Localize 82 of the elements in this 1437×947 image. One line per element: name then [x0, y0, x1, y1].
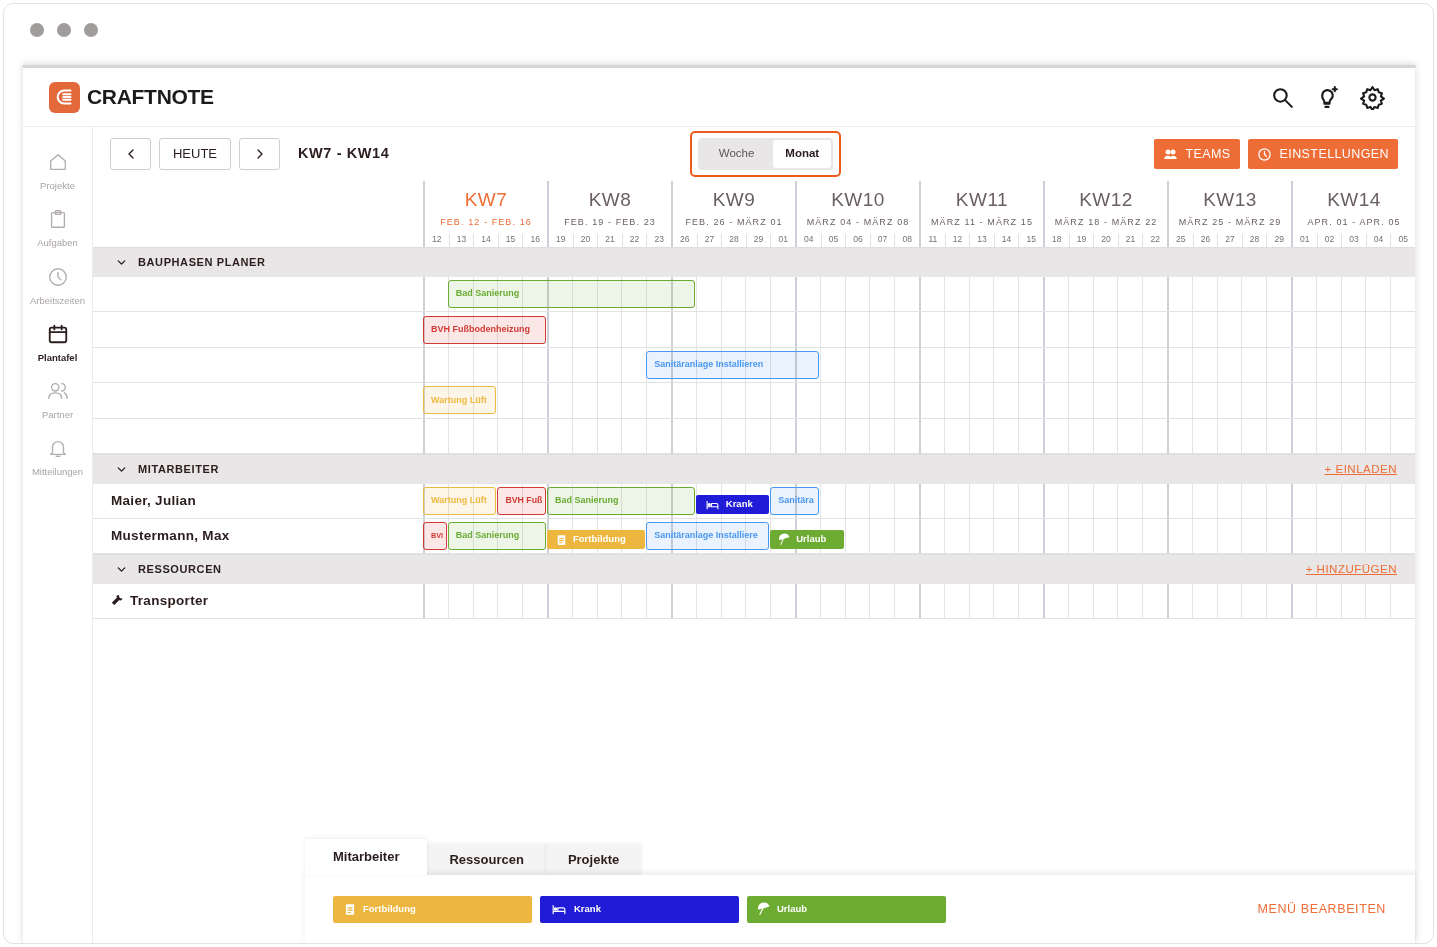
absence-bar[interactable]: Fortbildung — [547, 529, 646, 549]
umbrella-icon — [757, 902, 771, 916]
clipboard-icon — [343, 902, 357, 916]
sidebar-item[interactable]: Arbeitszeiten — [30, 293, 85, 308]
day-label: 01 — [1299, 234, 1311, 246]
settings-icon[interactable] — [1360, 84, 1385, 110]
week-dates: MÄRZ 04 - MÄRZ 08 — [806, 215, 910, 229]
logo-text: CRAFTNOTE — [87, 84, 214, 111]
day-label: 25 — [1175, 234, 1187, 246]
day-label: 12 — [431, 234, 443, 246]
project-bar[interactable]: Bad Sanierung — [447, 521, 546, 550]
project-bar[interactable]: Bad Sanierung — [447, 280, 695, 309]
project-bar[interactable]: Wartung Lüft — [423, 386, 497, 415]
week-label: KW11 — [955, 190, 1009, 211]
window-control[interactable] — [30, 22, 44, 37]
sidebar-item[interactable]: Mitteilungen — [31, 465, 84, 480]
project-bar[interactable]: Sanitäranlage Installiere — [646, 521, 770, 550]
panel-tab[interactable]: Ressourcen — [427, 845, 546, 875]
sidebar-item[interactable]: Partner — [41, 408, 74, 423]
project-bar[interactable]: Bad Sanierung — [547, 486, 695, 515]
panel-tab[interactable]: Projekte — [545, 845, 642, 875]
sidebar-item[interactable]: Plantafel — [37, 350, 78, 365]
people-icon[interactable] — [46, 380, 69, 402]
next-button[interactable] — [239, 138, 280, 170]
week-dates: FEB. 19 - FEB. 23 — [564, 215, 656, 229]
add-link[interactable]: + EINLADEN — [1324, 460, 1397, 479]
project-bar[interactable]: BVH Fuß — [497, 486, 546, 515]
project-bar[interactable]: BVH Fußbodenheizung — [423, 315, 546, 344]
panel-tab[interactable]: Mitarbeiter — [305, 839, 428, 875]
week-label: KW12 — [1079, 190, 1133, 211]
employee-name: Mustermann, Max — [111, 526, 230, 545]
settings-button[interactable]: EINSTELLUNGEN — [1247, 139, 1398, 169]
section-title: RESSOURCEN — [138, 562, 222, 578]
section-title: BAUPHASEN PLANER — [138, 255, 266, 271]
week-dates: MÄRZ 11 - MÄRZ 15 — [930, 215, 1033, 229]
clock-icon — [1256, 146, 1272, 162]
week-label: KW13 — [1203, 190, 1257, 211]
clipboard-icon — [555, 532, 568, 546]
window-control[interactable] — [84, 22, 98, 37]
window-control[interactable] — [57, 22, 71, 37]
week-dates: APR. 01 - APR. 05 — [1307, 215, 1401, 229]
section-title: MITARBEITER — [138, 462, 219, 478]
umbrella-icon — [778, 532, 792, 546]
view-tab[interactable]: Monat — [773, 140, 832, 168]
clock-icon[interactable] — [46, 265, 69, 288]
employee-name: Maier, Julian — [111, 491, 196, 510]
absence-bar[interactable]: Urlaub — [770, 529, 844, 549]
edit-menu-link[interactable]: MENÜ BEARBEITEN — [1257, 899, 1386, 919]
sidebar-item[interactable]: Aufgaben — [37, 236, 78, 251]
resource-name: Transporter — [130, 591, 209, 610]
view-tab[interactable]: Woche — [699, 140, 774, 168]
day-label: 18 — [1051, 234, 1063, 246]
category-button[interactable]: Fortbildung — [333, 895, 532, 923]
project-bar[interactable]: Sanitäranlage Installieren — [646, 350, 819, 379]
week-label: KW7 — [464, 190, 508, 211]
bed-icon — [550, 902, 568, 916]
project-bar[interactable]: Wartung Lüft — [423, 486, 497, 515]
day-label: 26 — [679, 234, 691, 246]
date-range-title: KW7 - KW14 — [298, 144, 390, 164]
teams-button[interactable]: TEAMS — [1153, 139, 1240, 169]
week-label: KW10 — [831, 190, 885, 211]
absence-bar[interactable]: Krank — [695, 494, 770, 514]
week-dates: FEB. 12 - FEB. 16 — [440, 215, 532, 229]
week-label: KW14 — [1327, 190, 1381, 211]
day-label: 19 — [555, 234, 567, 246]
week-dates: MÄRZ 18 - MÄRZ 22 — [1054, 215, 1158, 229]
calendar-icon[interactable] — [46, 322, 69, 345]
week-label: KW8 — [588, 190, 632, 211]
sidebar-item[interactable]: Projekte — [40, 179, 75, 194]
previous-button[interactable] — [110, 138, 151, 170]
category-button[interactable]: Krank — [540, 895, 739, 923]
week-dates: FEB. 26 - MÄRZ 01 — [685, 215, 783, 229]
category-button[interactable]: Urlaub — [747, 895, 946, 923]
today-button[interactable]: HEUTE — [159, 138, 231, 170]
week-dates: MÄRZ 25 - MÄRZ 29 — [1178, 215, 1282, 229]
project-bar[interactable]: Sanitära — [770, 486, 819, 515]
week-label: KW9 — [712, 190, 756, 211]
day-label: 04 — [803, 234, 815, 246]
day-label: 11 — [927, 234, 939, 246]
wrench-icon — [111, 594, 124, 608]
add-link[interactable]: + HINZUFÜGEN — [1305, 560, 1397, 579]
logo-icon — [49, 81, 80, 113]
